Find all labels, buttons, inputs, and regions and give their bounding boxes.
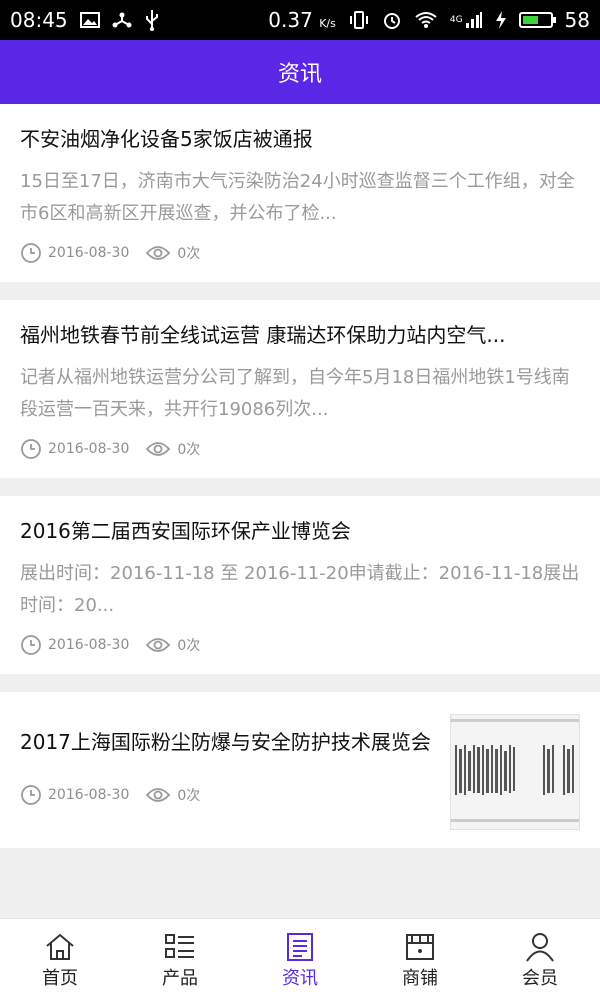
news-views: 0次	[145, 785, 200, 805]
charging-icon	[495, 10, 507, 30]
bottom-tab-bar: 首页 产品 资讯 商铺 会员	[0, 918, 600, 1000]
news-title: 2016第二届西安国际环保产业博览会	[20, 519, 351, 543]
status-right: 0.37 K/s 4G 58	[268, 8, 590, 32]
news-views: 0次	[145, 635, 200, 655]
share-icon	[112, 11, 132, 29]
news-title: 2017上海国际粉尘防爆与安全防护技术展览会	[20, 730, 431, 754]
eye-icon	[145, 636, 171, 654]
news-date: 2016-08-30	[48, 245, 130, 261]
news-thumbnail[interactable]	[450, 714, 580, 830]
views-count: 0次	[177, 246, 201, 262]
tab-products[interactable]: 产品	[120, 919, 240, 1000]
news-title: 不安油烟净化设备5家饭店被通报	[20, 127, 313, 151]
list-icon	[164, 930, 196, 964]
vibrate-icon	[348, 11, 370, 29]
battery-icon	[518, 12, 556, 28]
news-date: 2016-08-30	[48, 441, 130, 457]
tab-label: 资讯	[282, 967, 318, 989]
tab-news[interactable]: 资讯	[240, 919, 360, 1000]
wifi-icon	[414, 11, 438, 29]
tab-label: 会员	[522, 967, 558, 989]
news-meta: 2016-08-30 0次	[20, 242, 580, 264]
tab-member[interactable]: 会员	[480, 919, 600, 1000]
home-icon	[44, 930, 76, 964]
app-header: 资讯	[0, 40, 600, 104]
alarm-icon	[382, 10, 402, 30]
news-meta: 2016-08-30 0次	[20, 784, 434, 806]
news-summary: 记者从福州地铁运营分公司了解到，自今年5月18日福州地铁1号线南段运营一百天来，…	[20, 367, 570, 420]
clock-icon	[20, 784, 42, 806]
news-list[interactable]: 不安油烟净化设备5家饭店被通报 15日至17日，济南市大气污染防治24小时巡查监…	[0, 104, 600, 918]
shop-icon	[404, 930, 436, 964]
eye-icon	[145, 440, 171, 458]
status-bar: 08:45 0.37 K/s 4G 58	[0, 0, 600, 40]
eye-icon	[145, 244, 171, 262]
tab-label: 产品	[162, 967, 198, 989]
tab-shops[interactable]: 商铺	[360, 919, 480, 1000]
news-meta: 2016-08-30 0次	[20, 634, 580, 656]
usb-icon	[144, 9, 160, 31]
news-views: 0次	[145, 439, 200, 459]
clock-icon	[20, 634, 42, 656]
clock-icon	[20, 242, 42, 264]
news-item[interactable]: 2017上海国际粉尘防爆与安全防护技术展览会 2016-08-30 0次	[0, 692, 600, 848]
thumbnail-image	[451, 715, 579, 829]
news-summary: 展出时间：2016-11-18 至 2016-11-20申请截止：2016-11…	[20, 563, 580, 616]
views-count: 0次	[177, 788, 201, 804]
tab-label: 首页	[42, 967, 78, 989]
tab-home[interactable]: 首页	[0, 919, 120, 1000]
status-left: 08:45	[10, 8, 160, 32]
tab-label: 商铺	[402, 967, 438, 989]
network-speed: 0.37 K/s	[268, 8, 336, 32]
battery-level: 58	[564, 8, 590, 32]
views-count: 0次	[177, 442, 201, 458]
image-icon	[79, 12, 100, 28]
news-summary: 15日至17日，济南市大气污染防治24小时巡查监督三个工作组，对全市6区和高新区…	[20, 171, 575, 224]
cellular-signal-icon: 4G	[450, 11, 483, 29]
user-icon	[524, 930, 556, 964]
news-item-text: 2017上海国际粉尘防爆与安全防护技术展览会 2016-08-30 0次	[20, 714, 434, 806]
news-title: 福州地铁春节前全线试运营 康瑞达环保助力站内空气...	[20, 323, 506, 347]
page-title: 资讯	[277, 62, 322, 87]
news-item-row: 2017上海国际粉尘防爆与安全防护技术展览会 2016-08-30 0次	[20, 714, 580, 830]
news-icon	[284, 930, 316, 964]
clock-icon	[20, 438, 42, 460]
news-date: 2016-08-30	[48, 637, 130, 653]
news-item[interactable]: 不安油烟净化设备5家饭店被通报 15日至17日，济南市大气污染防治24小时巡查监…	[0, 104, 600, 282]
status-time: 08:45	[10, 8, 68, 32]
news-views: 0次	[145, 243, 200, 263]
views-count: 0次	[177, 638, 201, 654]
news-item[interactable]: 福州地铁春节前全线试运营 康瑞达环保助力站内空气... 记者从福州地铁运营分公司…	[0, 300, 600, 478]
news-date: 2016-08-30	[48, 787, 130, 803]
news-item[interactable]: 2016第二届西安国际环保产业博览会 展出时间：2016-11-18 至 201…	[0, 496, 600, 674]
eye-icon	[145, 786, 171, 804]
news-meta: 2016-08-30 0次	[20, 438, 580, 460]
